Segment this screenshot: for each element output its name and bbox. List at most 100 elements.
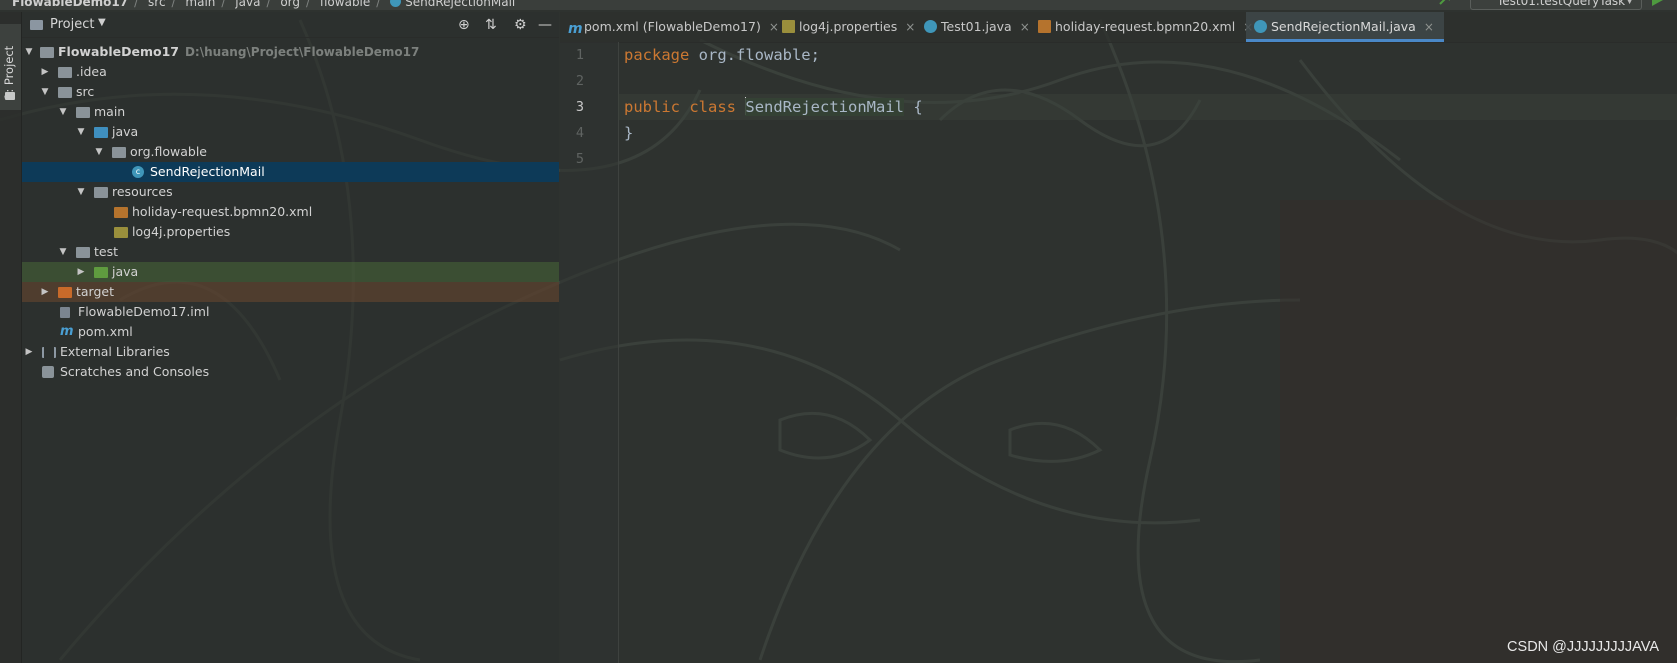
maven-file-icon: m [568, 21, 583, 37]
tree-item-label: holiday-request.bpmn20.xml [132, 204, 313, 219]
breadcrumb-item[interactable]: org [280, 0, 300, 9]
class-icon [1254, 20, 1267, 33]
tree-item-label: pom.xml [78, 324, 133, 339]
properties-file-icon [782, 20, 795, 33]
tree-item-idea[interactable]: ▶ .idea [22, 62, 559, 82]
expand-arrow-icon[interactable]: ▶ [40, 282, 50, 302]
expand-arrow-icon[interactable]: ▼ [76, 122, 86, 142]
line-number: 4 [575, 125, 584, 141]
tool-window-strip: 1: Project [0, 12, 22, 663]
editor-tab-bar: mpom.xml (FlowableDemo17) × log4j.propert… [560, 12, 1677, 43]
source-folder-icon [94, 127, 108, 138]
project-panel: Project ▼ ⊕ ⇅ ⚙ — ▼ FlowableDemo17 D:\hua… [22, 12, 559, 663]
breadcrumb-item[interactable]: SendRejectionMail [405, 0, 515, 9]
expand-arrow-icon[interactable]: ▼ [58, 102, 68, 122]
tree-item-label: FlowableDemo17.iml [78, 304, 210, 319]
line-number: 5 [575, 151, 584, 167]
tab-sendrejectionmail-java[interactable]: SendRejectionMail.java × [1246, 12, 1444, 42]
breadcrumb-item[interactable]: flowable [320, 0, 370, 9]
project-panel-header: Project ▼ ⊕ ⇅ ⚙ — [22, 12, 559, 38]
expand-arrow-icon[interactable]: ▶ [40, 62, 50, 82]
tree-item-iml[interactable]: FlowableDemo17.iml [22, 302, 559, 322]
tree-item-label: log4j.properties [132, 224, 231, 239]
class-name: SendRejectionMail [745, 98, 904, 116]
breadcrumb-item[interactable]: java [235, 0, 260, 9]
keyword: class [689, 98, 737, 116]
tree-item-resources[interactable]: ▼ resources [22, 182, 559, 202]
class-icon [390, 0, 402, 7]
chevron-down-icon[interactable]: ▼ [98, 17, 106, 28]
tree-item-main-java[interactable]: ▼ java [22, 122, 559, 142]
code-text: } [624, 124, 634, 142]
iml-file-icon [60, 307, 70, 318]
run-configuration-selector[interactable]: Test01.testQueryTask ▼ [1470, 0, 1642, 10]
xml-file-icon [1038, 20, 1051, 33]
folder-icon [30, 20, 43, 30]
tree-item-label: java [112, 264, 139, 279]
tree-item-scratches[interactable]: Scratches and Consoles [22, 362, 559, 382]
expand-arrow-icon[interactable]: ▼ [76, 182, 86, 202]
watermark: CSDN @JJJJJJJJJAVA [1507, 639, 1659, 655]
code-line-current: public class SendRejectionMail { [624, 94, 923, 120]
build-hammer-icon[interactable] [1438, 0, 1452, 6]
tree-item-src[interactable]: ▼ src [22, 82, 559, 102]
gear-icon[interactable]: ⚙ [514, 18, 527, 32]
tab-holiday-request-bpmn[interactable]: holiday-request.bpmn20.xml× [1038, 12, 1253, 42]
tree-item-test[interactable]: ▼ test [22, 242, 559, 262]
close-icon[interactable]: × [769, 20, 779, 34]
tab-label: pom.xml (FlowableDemo17) [584, 19, 761, 34]
tree-item-label: resources [112, 184, 173, 199]
tree-item-target[interactable]: ▶ target [22, 282, 559, 302]
expand-arrow-icon[interactable]: ▼ [94, 142, 104, 162]
project-path: D:\huang\Project\FlowableDemo17 [184, 45, 420, 59]
tree-item-label: org.flowable [130, 144, 207, 159]
close-icon[interactable]: × [1020, 20, 1030, 34]
tree-item-test-java[interactable]: ▶ java [22, 262, 559, 282]
expand-arrow-icon[interactable]: ▼ [58, 242, 68, 262]
tree-item-label: FlowableDemo17 [58, 44, 179, 59]
close-icon[interactable]: × [905, 20, 915, 34]
run-icon[interactable] [1652, 0, 1663, 6]
folder-icon [5, 92, 15, 100]
line-number: 3 [575, 99, 584, 115]
expand-arrow-icon[interactable]: ▼ [40, 82, 50, 102]
expand-arrow-icon[interactable]: ▶ [76, 262, 86, 282]
minimize-icon[interactable]: — [538, 18, 552, 32]
module-folder-icon [40, 47, 54, 58]
locate-icon[interactable]: ⊕ [458, 18, 470, 32]
expand-arrow-icon[interactable]: ▼ [24, 42, 34, 62]
tree-item-bpmn[interactable]: holiday-request.bpmn20.xml [22, 202, 559, 222]
folder-icon [76, 247, 90, 258]
tab-test01-java[interactable]: Test01.java × [924, 12, 1030, 42]
project-view-selector[interactable]: Project [50, 17, 94, 32]
tab-label: Test01.java [941, 19, 1012, 34]
run-configuration-label: Test01.testQueryTask [1497, 0, 1626, 8]
package-icon [112, 147, 126, 158]
maven-file-icon: m [60, 324, 74, 339]
expand-arrow-icon[interactable]: ▶ [24, 342, 34, 362]
properties-file-icon [114, 227, 128, 238]
close-icon[interactable]: × [1424, 20, 1434, 34]
line-number: 2 [575, 73, 584, 89]
collapse-all-icon[interactable]: ⇅ [485, 18, 497, 32]
tree-item-log4j[interactable]: log4j.properties [22, 222, 559, 242]
tab-log4j-properties[interactable]: log4j.properties × [782, 12, 915, 42]
library-icon [42, 347, 56, 358]
tree-item-package[interactable]: ▼ org.flowable [22, 142, 559, 162]
tab-label: SendRejectionMail.java [1271, 19, 1416, 34]
excluded-folder-icon [58, 287, 72, 298]
keyword: public [624, 98, 680, 116]
class-icon: c [132, 166, 144, 178]
folder-icon [76, 107, 90, 118]
breadcrumb-item[interactable]: main [185, 0, 215, 9]
tree-item-pom[interactable]: m pom.xml [22, 322, 559, 342]
breadcrumb-item[interactable]: FlowableDemo17 [12, 0, 128, 9]
breadcrumb-item[interactable]: src [148, 0, 166, 9]
tree-item-sendrejectionmail[interactable]: c SendRejectionMail [22, 162, 559, 182]
folder-icon [58, 87, 72, 98]
tree-item-project-root[interactable]: ▼ FlowableDemo17 D:\huang\Project\Flowabl… [22, 42, 559, 62]
tab-pom-xml[interactable]: mpom.xml (FlowableDemo17) × [568, 12, 779, 42]
class-icon [924, 20, 937, 33]
tree-item-main[interactable]: ▼ main [22, 102, 559, 122]
tree-item-external-libraries[interactable]: ▶ External Libraries [22, 342, 559, 362]
